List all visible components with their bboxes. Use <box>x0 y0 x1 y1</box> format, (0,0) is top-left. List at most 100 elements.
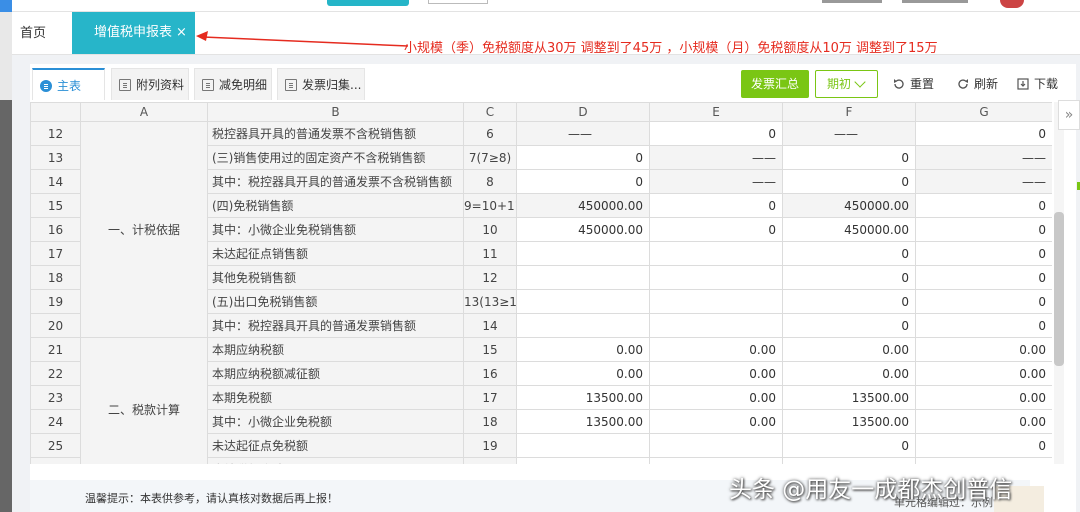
amount-cell-d[interactable]: 0.00 <box>516 337 650 362</box>
amount-cell-d[interactable]: 0.00 <box>516 457 650 464</box>
amount-cell-g[interactable]: 0.00 <box>915 337 1052 362</box>
subtab-main-table[interactable]: 主表 <box>32 68 105 100</box>
amount-cell-d[interactable] <box>516 289 650 314</box>
amount-cell-f[interactable]: 13500.00 <box>782 409 916 434</box>
edited-cell-example <box>994 486 1044 512</box>
amount-cell-f[interactable]: 0 <box>782 313 916 338</box>
item-name: 税控器具开具的普通发票不含税销售额 <box>207 121 464 146</box>
row-number: 22 <box>30 361 81 386</box>
close-icon[interactable]: × <box>176 12 187 54</box>
amount-cell-f[interactable]: 0 <box>782 433 916 458</box>
amount-cell-e[interactable]: 0.00 <box>649 385 783 410</box>
collapse-panel-button[interactable]: » <box>1058 100 1080 130</box>
amount-cell-d[interactable]: 0.00 <box>516 361 650 386</box>
download-button[interactable]: 下载 <box>1017 76 1058 92</box>
amount-cell-e[interactable]: 0.00 <box>649 361 783 386</box>
user-avatar[interactable] <box>1000 0 1024 8</box>
amount-cell-f[interactable]: 0 <box>782 169 916 194</box>
amount-cell-e[interactable] <box>649 433 783 458</box>
amount-cell-d[interactable] <box>516 433 650 458</box>
amount-cell-g[interactable]: 0.00 <box>915 409 1052 434</box>
amount-cell-g[interactable]: 0 <box>915 433 1052 458</box>
amount-cell-d: —— <box>516 121 650 146</box>
amount-cell-g[interactable]: 0 <box>915 241 1052 266</box>
amount-cell-f[interactable]: 0.00 <box>782 361 916 386</box>
download-icon <box>1017 78 1029 90</box>
row-number: 13 <box>30 145 81 170</box>
amount-cell-g: —— <box>915 145 1052 170</box>
amount-cell-g[interactable]: 0.00 <box>915 385 1052 410</box>
amount-cell-e[interactable] <box>649 457 783 464</box>
row-number: 25 <box>30 433 81 458</box>
amount-cell-d[interactable] <box>516 241 650 266</box>
column-header-b: B <box>207 102 464 122</box>
reset-button[interactable]: 重置 <box>893 76 934 92</box>
amount-cell-f[interactable]: 0 <box>782 265 916 290</box>
item-name: 其他免税销售额 <box>207 265 464 290</box>
amount-cell-g[interactable]: 0 <box>915 193 1052 218</box>
top-action-button[interactable] <box>327 0 409 6</box>
invoice-summary-button[interactable]: 发票汇总 <box>741 70 809 98</box>
row-number: 24 <box>30 409 81 434</box>
top-secondary-button[interactable] <box>428 0 488 4</box>
amount-cell-e[interactable]: 0 <box>649 217 783 242</box>
amount-cell-d[interactable]: 450000.00 <box>516 193 650 218</box>
amount-cell-e[interactable] <box>649 241 783 266</box>
amount-cell-d[interactable]: 0 <box>516 145 650 170</box>
amount-cell-g[interactable]: 0 <box>915 265 1052 290</box>
line-number: 10 <box>463 217 517 242</box>
item-name: 本期免税额 <box>207 385 464 410</box>
amount-cell-d[interactable]: 13500.00 <box>516 409 650 434</box>
item-name: 应纳税额合计 <box>207 457 464 464</box>
top-menu-item[interactable] <box>902 0 968 3</box>
amount-cell-f[interactable]: 0.00 <box>782 337 916 362</box>
amount-cell-e[interactable] <box>649 265 783 290</box>
amount-cell-e[interactable]: 0 <box>649 121 783 146</box>
refresh-button[interactable]: 刷新 <box>957 76 998 92</box>
amount-cell-g[interactable] <box>915 457 1052 464</box>
period-dropdown[interactable]: 期初 <box>815 70 878 98</box>
amount-cell-g[interactable]: 0 <box>915 217 1052 242</box>
amount-cell-d[interactable]: 13500.00 <box>516 385 650 410</box>
subtab-invoice-collection[interactable]: 发票归集... <box>277 68 365 100</box>
line-number: 16 <box>463 361 517 386</box>
top-navigation-bar <box>0 0 1080 12</box>
amount-cell-f[interactable]: 0 <box>782 241 916 266</box>
main-table-icon <box>40 80 52 92</box>
item-name: 其中：小微企业免税额 <box>207 409 464 434</box>
amount-cell-g[interactable]: 0.00 <box>915 361 1052 386</box>
amount-cell-e[interactable] <box>649 289 783 314</box>
amount-cell-g[interactable]: 0 <box>915 313 1052 338</box>
scrollbar-thumb[interactable] <box>1054 212 1064 366</box>
amount-cell-e[interactable]: 0 <box>649 193 783 218</box>
amount-cell-f[interactable]: 450000.00 <box>782 217 916 242</box>
row-number: 23 <box>30 385 81 410</box>
tab-home[interactable]: 首页 <box>20 24 46 44</box>
document-icon <box>285 79 297 91</box>
amount-cell-f[interactable]: 13500.00 <box>782 385 916 410</box>
menu-toggle[interactable] <box>0 0 12 12</box>
amount-cell-e[interactable]: 0.00 <box>649 409 783 434</box>
tab-vat-return[interactable]: 增值税申报表 × <box>72 12 195 54</box>
top-menu-item[interactable] <box>822 0 882 3</box>
refresh-icon <box>958 79 968 89</box>
amount-cell-d[interactable] <box>516 313 650 338</box>
amount-cell-g[interactable]: 0 <box>915 289 1052 314</box>
subtab-reduction-detail[interactable]: 减免明细 <box>194 68 272 100</box>
amount-cell-d[interactable]: 0 <box>516 169 650 194</box>
amount-cell-f[interactable]: 0.00 <box>782 457 916 464</box>
amount-cell-g[interactable]: 0 <box>915 121 1052 146</box>
amount-cell-e[interactable]: 0.00 <box>649 337 783 362</box>
amount-cell-d[interactable] <box>516 265 650 290</box>
amount-cell-e[interactable] <box>649 313 783 338</box>
amount-cell-d[interactable]: 450000.00 <box>516 217 650 242</box>
column-header-d: D <box>516 102 650 122</box>
amount-cell-f[interactable]: 0 <box>782 289 916 314</box>
amount-cell-f[interactable]: 450000.00 <box>782 193 916 218</box>
amount-cell-f[interactable]: 0 <box>782 145 916 170</box>
subtab-attached-data[interactable]: 附列资料 <box>111 68 189 100</box>
document-icon <box>202 79 214 91</box>
item-name: 其中：税控器具开具的普通发票销售额 <box>207 313 464 338</box>
line-number: 9=10+11 <box>463 193 517 218</box>
vertical-scrollbar[interactable] <box>1054 102 1064 464</box>
